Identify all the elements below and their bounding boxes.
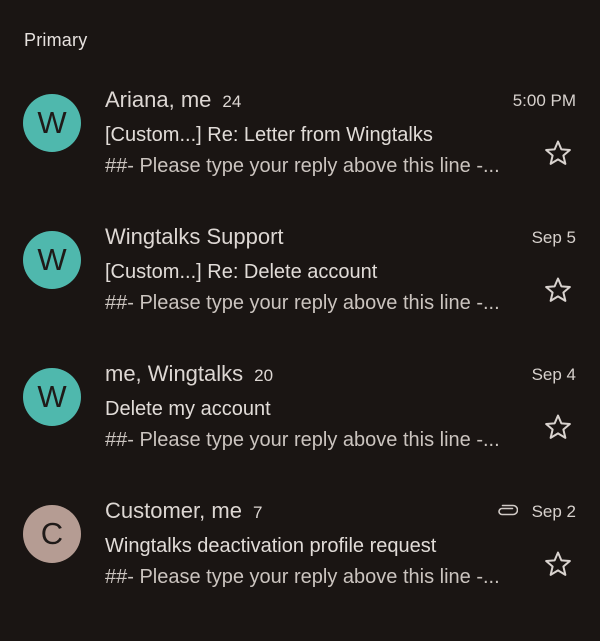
sender-line: Customer, me 7 bbox=[105, 498, 262, 524]
email-date: Sep 5 bbox=[531, 228, 576, 247]
email-row[interactable]: W Wingtalks Support Sep 5 [Custom...] Re… bbox=[0, 224, 600, 351]
star-icon[interactable] bbox=[543, 138, 573, 168]
inbox-page: Primary W Ariana, me 24 5:00 PM [Custom.… bbox=[0, 0, 600, 641]
avatar-letter: W bbox=[37, 379, 67, 414]
sender-line: Ariana, me 24 bbox=[105, 87, 241, 113]
avatar[interactable]: W bbox=[23, 368, 81, 426]
email-subject: Delete my account bbox=[105, 398, 271, 420]
thread-count: 20 bbox=[254, 366, 274, 385]
avatar[interactable]: W bbox=[23, 231, 81, 289]
section-title: Primary bbox=[24, 30, 88, 50]
thread-count: 24 bbox=[222, 92, 242, 111]
paperclip-icon bbox=[498, 504, 518, 516]
email-snippet: ##- Please type your reply above this li… bbox=[105, 566, 500, 588]
email-subject: Wingtalks deactivation profile request bbox=[105, 535, 437, 557]
email-snippet: ##- Please type your reply above this li… bbox=[105, 292, 500, 314]
sender-line: Wingtalks Support bbox=[105, 224, 295, 250]
avatar-letter: W bbox=[37, 105, 67, 140]
star-icon[interactable] bbox=[543, 549, 573, 579]
email-snippet: ##- Please type your reply above this li… bbox=[105, 429, 500, 451]
sender-name: Customer, me bbox=[105, 498, 242, 523]
avatar-letter: C bbox=[40, 516, 64, 551]
sender-line: me, Wingtalks 20 bbox=[105, 361, 273, 387]
star-icon[interactable] bbox=[543, 275, 573, 305]
email-date: Sep 2 bbox=[531, 502, 576, 521]
avatar-letter: W bbox=[37, 242, 67, 277]
sender-name: Ariana, me bbox=[105, 87, 212, 112]
sender-name: me, Wingtalks bbox=[105, 361, 244, 386]
email-subject: [Custom...] Re: Letter from Wingtalks bbox=[105, 124, 433, 146]
star-icon[interactable] bbox=[543, 412, 573, 442]
avatar[interactable]: C bbox=[23, 505, 81, 563]
email-row[interactable]: C Customer, me 7 Sep 2 Wingtalks deactiv… bbox=[0, 498, 600, 625]
email-date: Sep 4 bbox=[531, 365, 576, 384]
email-subject: [Custom...] Re: Delete account bbox=[105, 261, 378, 283]
sender-name: Wingtalks Support bbox=[105, 224, 284, 249]
avatar[interactable]: W bbox=[23, 94, 81, 152]
email-snippet: ##- Please type your reply above this li… bbox=[105, 155, 500, 177]
email-row[interactable]: W Ariana, me 24 5:00 PM [Custom...] Re: … bbox=[0, 87, 600, 214]
email-row[interactable]: W me, Wingtalks 20 Sep 4 Delete my accou… bbox=[0, 361, 600, 488]
email-date: 5:00 PM bbox=[512, 91, 576, 110]
thread-count: 7 bbox=[252, 503, 263, 522]
